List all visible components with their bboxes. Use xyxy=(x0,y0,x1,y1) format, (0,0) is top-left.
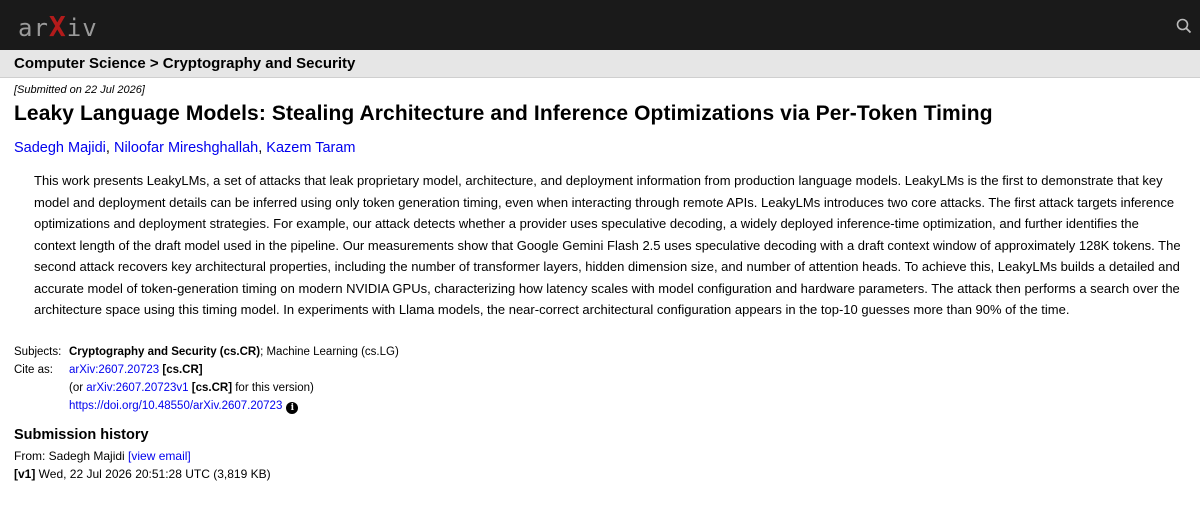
v1-link[interactable]: [v1] xyxy=(14,467,35,481)
logo-x: X xyxy=(48,10,67,43)
v1-details: Wed, 22 Jul 2026 20:51:28 UTC (3,819 KB) xyxy=(35,466,271,481)
metadata-table: Subjects: Cryptography and Security (cs.… xyxy=(14,343,1200,415)
author-list: Sadegh Majidi, Niloofar Mireshghallah, K… xyxy=(14,140,356,156)
submitter-row: From: Sadegh Majidi [view email] xyxy=(14,447,1200,465)
paper-title: Leaky Language Models: Stealing Architec… xyxy=(14,102,993,125)
subjects-label: Subjects: xyxy=(14,345,62,358)
version-row: [v1] Wed, 22 Jul 2026 20:51:28 UTC (3,81… xyxy=(14,465,1200,483)
cite-category: [cs.CR] xyxy=(162,363,203,376)
primary-subject: Cryptography and Security (cs.CR) xyxy=(69,345,261,358)
version-prefix: (or xyxy=(69,381,87,394)
search-icon[interactable] xyxy=(1176,18,1192,34)
paper-content: [Submitted on 22 Jul 2026] Leaky Languag… xyxy=(0,84,1200,483)
abstract: This work presents LeakyLMs, a set of at… xyxy=(34,173,1181,317)
submitter: From: Sadegh Majidi xyxy=(14,448,129,463)
submission-history-title: Submission history xyxy=(14,426,149,443)
view-email-link[interactable]: [view email] xyxy=(128,449,191,463)
info-icon[interactable]: i xyxy=(286,401,299,414)
doi-link[interactable]: https://doi.org/10.48550/arXiv.2607.2072… xyxy=(69,400,282,412)
other-subjects: ; Machine Learning (cs.LG) xyxy=(260,345,399,358)
arxiv-logo[interactable]: arXiv xyxy=(18,10,98,43)
version-id-link[interactable]: arXiv:2607.20723v1 xyxy=(86,382,188,394)
logo-part-a: ar xyxy=(18,14,49,42)
version-category: [cs.CR] xyxy=(191,381,233,394)
top-bar: arXiv xyxy=(0,0,1200,50)
author-link[interactable]: Niloofar Mireshghallah xyxy=(114,140,258,156)
doi-row: https://doi.org/10.48550/arXiv.2607.2072… xyxy=(69,397,1200,415)
author-link[interactable]: Kazem Taram xyxy=(266,140,355,156)
version-cite: (or arXiv:2607.20723v1 [cs.CR] for this … xyxy=(69,379,1200,397)
author-link[interactable]: Sadegh Majidi xyxy=(14,140,106,156)
breadcrumb-text[interactable]: Computer Science > Cryptography and Secu… xyxy=(14,55,355,72)
logo-part-b: iv xyxy=(66,14,98,42)
version-suffix: for this version) xyxy=(232,381,314,394)
breadcrumb: Computer Science > Cryptography and Secu… xyxy=(0,50,1200,78)
submission-history: From: Sadegh Majidi [view email] [v1] We… xyxy=(14,447,1200,483)
cite-value: arXiv:2607.20723 [cs.CR] xyxy=(69,361,1200,379)
subjects-value: Cryptography and Security (cs.CR); Machi… xyxy=(69,343,1200,361)
arxiv-id-link[interactable]: arXiv:2607.20723 xyxy=(69,364,159,376)
submission-date: [Submitted on 22 Jul 2026] xyxy=(14,84,145,96)
cite-label: Cite as: xyxy=(14,363,53,376)
